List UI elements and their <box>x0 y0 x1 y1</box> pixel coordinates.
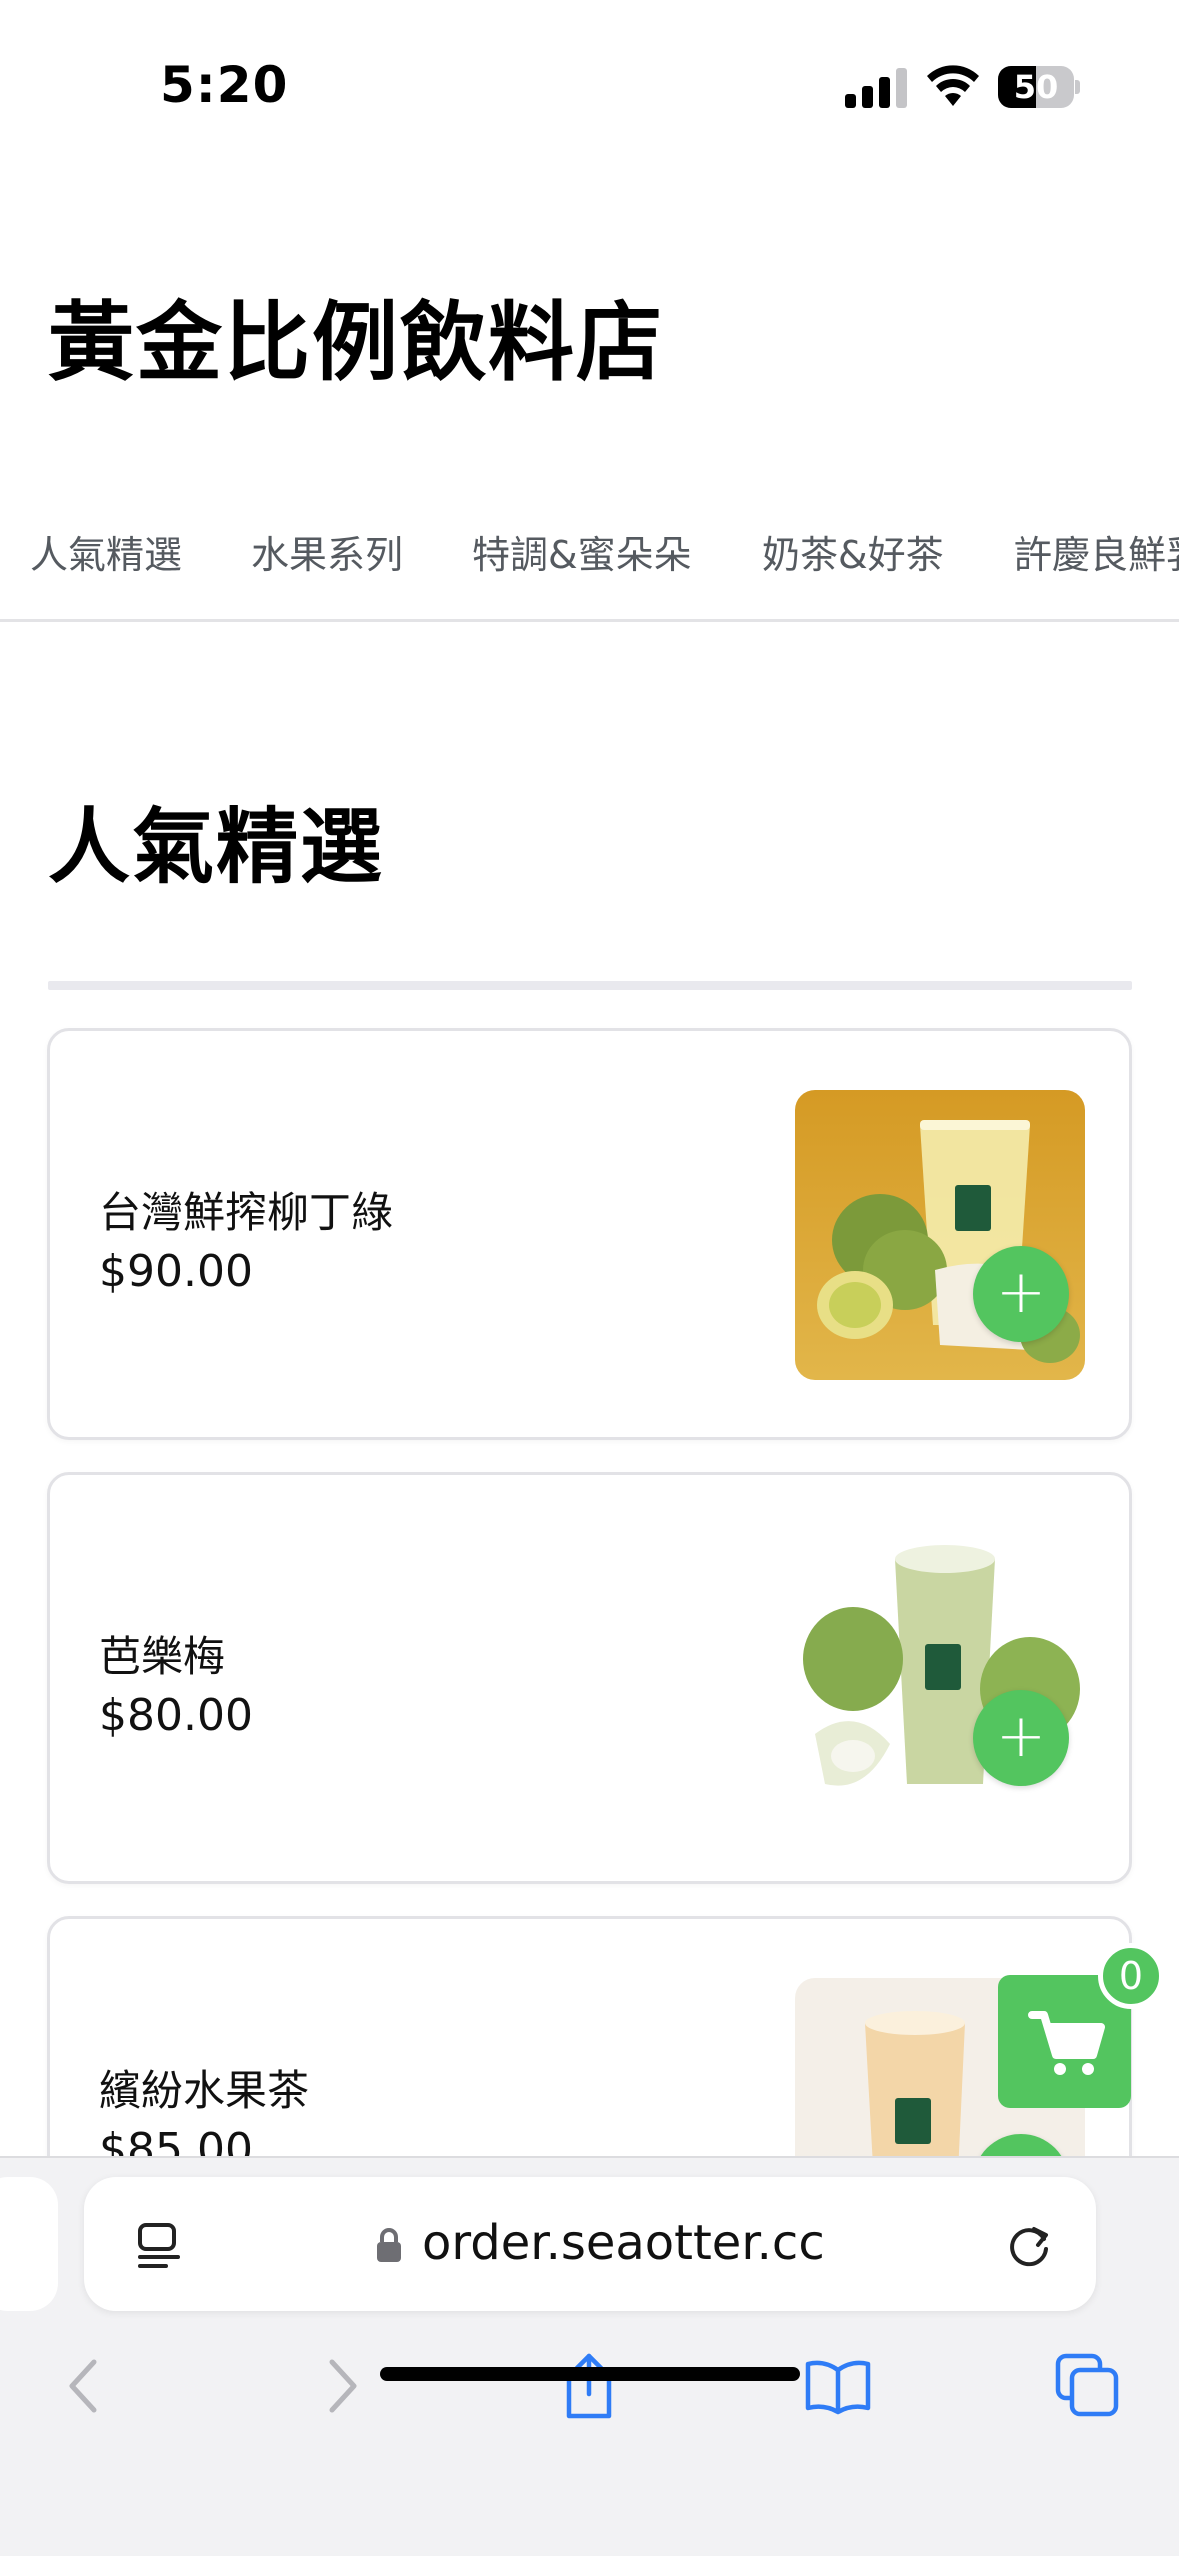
category-tabs: 人氣精選 水果系列 特調&蜜朵朵 奶茶&好茶 許慶良鮮乳 <box>0 510 1179 622</box>
forward-icon[interactable] <box>304 2350 376 2422</box>
home-indicator[interactable] <box>380 2367 800 2381</box>
tabs-icon[interactable] <box>1052 2350 1124 2422</box>
tab-fruit[interactable]: 水果系列 <box>251 524 403 579</box>
bookmarks-icon[interactable] <box>802 2350 874 2422</box>
reader-icon[interactable] <box>134 2219 186 2271</box>
back-icon[interactable] <box>50 2350 122 2422</box>
share-icon[interactable] <box>553 2350 625 2422</box>
status-bar: 5:20 50 <box>0 0 1179 170</box>
lock-icon <box>377 2228 401 2262</box>
battery-level: 50 <box>1013 68 1059 106</box>
cart-count-badge: 0 <box>1098 1943 1164 2009</box>
product-name: 繽紛水果茶 <box>99 2066 310 2115</box>
product-price: $80.00 <box>99 1690 253 1741</box>
tab-special[interactable]: 特調&蜜朵朵 <box>472 524 692 579</box>
section-title: 人氣精選 <box>48 800 385 895</box>
status-time: 5:20 <box>160 56 289 114</box>
browser-toolbar: order.seaotter.cc <box>0 2156 1179 2556</box>
product-card[interactable]: 芭樂梅 $80.00 + <box>47 1472 1132 1884</box>
product-name: 芭樂梅 <box>99 1632 226 1681</box>
wifi-icon <box>927 65 979 106</box>
product-price: $90.00 <box>99 1246 253 1297</box>
cellular-signal-icon <box>845 66 907 108</box>
battery-icon: 50 <box>998 66 1080 108</box>
previous-tab-preview[interactable] <box>0 2177 58 2311</box>
tab-fresh-milk[interactable]: 許慶良鮮乳 <box>1014 524 1179 579</box>
address-bar[interactable]: order.seaotter.cc <box>84 2177 1096 2311</box>
tab-popular[interactable]: 人氣精選 <box>30 524 182 579</box>
url-text[interactable]: order.seaotter.cc <box>422 2215 825 2271</box>
product-card[interactable]: 台灣鮮搾柳丁綠 $90.00 + <box>47 1028 1132 1440</box>
add-to-cart-button[interactable]: + <box>973 1246 1069 1342</box>
section-divider <box>48 981 1132 990</box>
product-name: 台灣鮮搾柳丁綠 <box>99 1188 394 1237</box>
reload-icon[interactable] <box>1002 2217 1058 2273</box>
store-title: 黃金比例飲料店 <box>48 293 664 393</box>
add-to-cart-button[interactable]: + <box>973 1690 1069 1786</box>
tab-milk-tea[interactable]: 奶茶&好茶 <box>762 524 944 579</box>
